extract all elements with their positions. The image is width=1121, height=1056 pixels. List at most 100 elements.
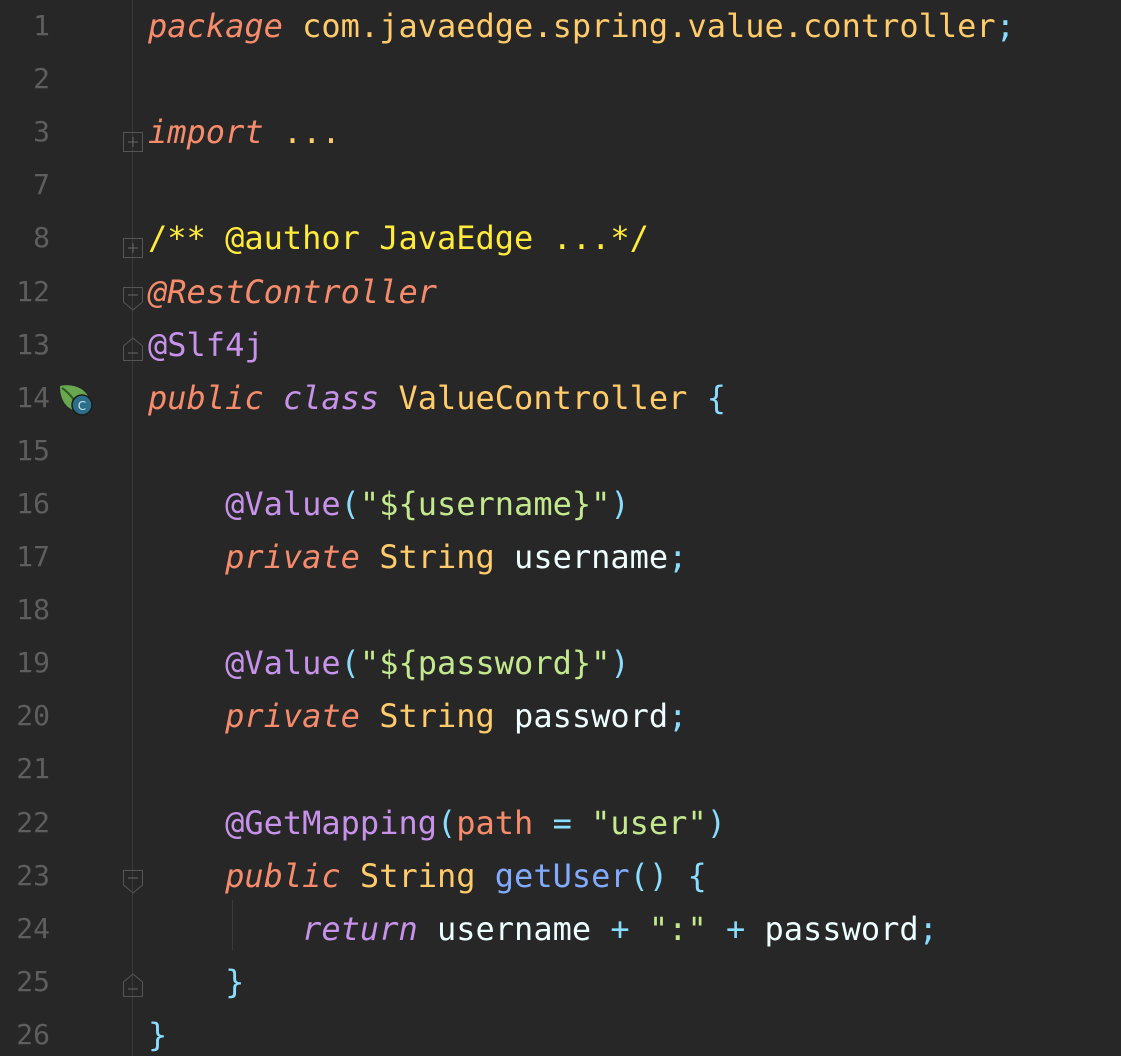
code-line[interactable]: 8 /** @author JavaEdge ...*/ xyxy=(0,212,1121,265)
code-token: @GetMapping xyxy=(225,803,437,842)
code-line[interactable]: 25 } xyxy=(0,956,1121,1009)
code-token: class xyxy=(282,378,380,417)
code-token: getUser xyxy=(494,856,630,895)
code-text[interactable]: @Value("${username}") xyxy=(148,484,630,524)
code-text[interactable]: import ... xyxy=(148,112,341,152)
code-text[interactable]: private String username; xyxy=(148,537,687,577)
code-line[interactable]: 7 xyxy=(0,159,1121,212)
line-number: 17 xyxy=(16,540,50,573)
spring-bean-class-icon[interactable]: C xyxy=(58,382,94,416)
code-line[interactable]: 19 @Value("${password}") xyxy=(0,637,1121,690)
code-line[interactable]: 2 xyxy=(0,53,1121,106)
code-line[interactable]: 16 @Value("${username}") xyxy=(0,478,1121,531)
code-text[interactable]: public class ValueController { xyxy=(148,378,726,418)
code-token: } xyxy=(225,962,245,1001)
code-text[interactable]: @RestController xyxy=(148,272,437,312)
line-number: 2 xyxy=(33,62,50,96)
code-text[interactable]: return username + ":" + password; xyxy=(148,909,938,949)
code-token: com.javaedge.spring.value.controller xyxy=(302,7,996,45)
code-token: ValueController xyxy=(398,378,688,417)
code-line[interactable]: 24 return username + ":" + password; xyxy=(0,903,1121,956)
line-number: 8 xyxy=(33,221,50,255)
code-token: import xyxy=(148,113,264,152)
fold-expand-icon[interactable] xyxy=(122,229,144,258)
code-token: "user" xyxy=(591,803,707,842)
line-number: 19 xyxy=(16,646,50,680)
code-token: private xyxy=(225,538,360,576)
code-token: package xyxy=(148,7,283,45)
code-text[interactable]: public String getUser() { xyxy=(148,856,707,896)
code-token: @RestController xyxy=(148,272,437,311)
fold-end-icon[interactable] xyxy=(122,968,144,997)
code-token: /** @author JavaEdge ...*/ xyxy=(148,219,649,258)
code-line[interactable]: 21 xyxy=(0,743,1121,796)
line-number: 24 xyxy=(16,911,50,945)
code-text[interactable]: @Value("${password}") xyxy=(148,643,630,683)
code-line[interactable]: 14 public class ValueController { xyxy=(0,372,1121,425)
code-token: String xyxy=(359,856,476,895)
code-token: String xyxy=(379,697,495,736)
code-token: ; xyxy=(995,7,1015,45)
fold-end-icon[interactable] xyxy=(122,332,144,361)
code-token: @Slf4j xyxy=(148,325,264,364)
line-number: 25 xyxy=(16,964,50,998)
code-token: username xyxy=(514,538,669,576)
code-editor[interactable]: 1 package com.javaedge.spring.value.contr… xyxy=(0,0,1121,1056)
code-token: path xyxy=(456,803,534,842)
code-text[interactable]: } xyxy=(148,962,244,1002)
code-token: "${username}" xyxy=(359,484,611,523)
code-line[interactable]: 15 xyxy=(0,425,1121,478)
code-line[interactable]: 18 xyxy=(0,584,1121,637)
code-line[interactable]: 3 import ... xyxy=(0,106,1121,159)
code-token: + xyxy=(725,909,746,948)
code-text[interactable]: private String password; xyxy=(148,696,687,736)
line-number: 26 xyxy=(16,1017,50,1051)
code-text[interactable]: @Slf4j xyxy=(148,325,264,365)
fold-expand-icon[interactable] xyxy=(122,123,144,152)
code-line[interactable]: 26} xyxy=(0,1009,1121,1056)
code-line[interactable]: 1 package com.javaedge.spring.value.contr… xyxy=(0,0,1121,53)
code-token: ( xyxy=(436,803,457,842)
line-number: 7 xyxy=(33,168,50,202)
code-token: ; xyxy=(668,697,688,736)
code-line[interactable]: 20 private String password; xyxy=(0,690,1121,743)
fold-collapse-icon[interactable] xyxy=(122,865,144,894)
code-token: password xyxy=(514,697,669,736)
code-text[interactable]: package com.javaedge.spring.value.contro… xyxy=(148,6,1015,46)
spring-icon-letter: C xyxy=(78,399,86,413)
code-token: ":" xyxy=(648,909,707,948)
code-line[interactable]: 13 @Slf4j xyxy=(0,319,1121,372)
code-text[interactable]: @GetMapping(path = "user") xyxy=(148,803,726,843)
code-token: String xyxy=(379,538,495,576)
code-token: "${password}" xyxy=(359,644,611,683)
code-token: { xyxy=(706,378,726,417)
code-token: ... xyxy=(282,113,341,152)
code-text[interactable]: /** @author JavaEdge ...*/ xyxy=(148,218,649,258)
fold-collapse-icon[interactable] xyxy=(122,282,144,311)
code-text[interactable]: } xyxy=(148,1015,167,1055)
line-number: 14 xyxy=(16,380,50,414)
code-token: ; xyxy=(918,909,938,948)
code-line[interactable]: 17 private String username; xyxy=(0,531,1121,584)
code-line[interactable]: 23 public String getUser() { xyxy=(0,850,1121,903)
code-line[interactable]: 22 @GetMapping(path = "user") xyxy=(0,797,1121,850)
line-number: 13 xyxy=(16,327,50,361)
code-token: public xyxy=(148,378,264,417)
code-line[interactable]: 12 @RestController xyxy=(0,266,1121,319)
